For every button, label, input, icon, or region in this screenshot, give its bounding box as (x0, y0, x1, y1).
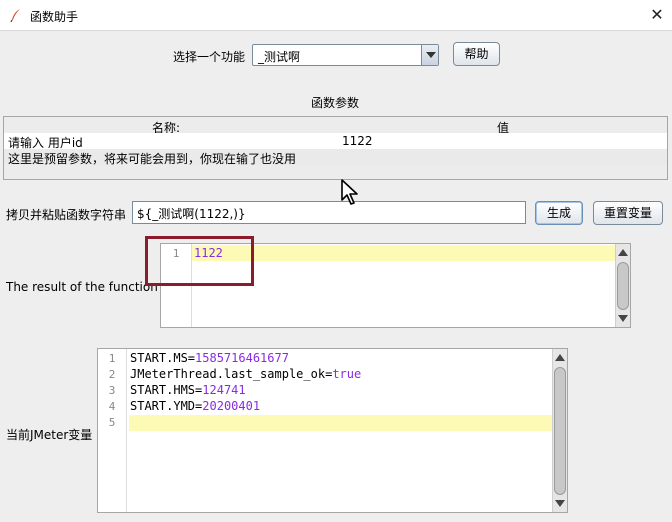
title-bar: 函数助手 ✕ (0, 0, 672, 31)
table-row[interactable]: 这里是预留参数，将来可能会用到，你现在输了也没用 (4, 149, 667, 166)
variable-key: START.HMS (130, 383, 196, 397)
scroll-down-icon[interactable] (555, 500, 565, 507)
variable-value: 124741 (202, 383, 246, 397)
function-string-input[interactable]: ${_测试啊(1122,)} (132, 201, 526, 224)
close-button[interactable]: ✕ (646, 5, 668, 25)
scroll-down-icon[interactable] (618, 315, 628, 322)
feather-app-icon (10, 9, 20, 22)
param-name: 这里是预留参数，将来可能会用到，你现在输了也没用 (8, 152, 297, 166)
scroll-thumb[interactable] (617, 262, 629, 310)
variable-value: true (332, 367, 362, 381)
line-number: 3 (108, 384, 116, 397)
scroll-thumb[interactable] (554, 367, 566, 495)
variable-line: START.YMD=20200401 (130, 399, 261, 413)
variables-scrollbar[interactable] (552, 349, 567, 512)
variable-key: START.YMD (130, 399, 196, 413)
variable-key: JMeterThread.last_sample_ok (130, 367, 326, 381)
function-select-value: _测试啊 (258, 50, 301, 64)
help-button[interactable]: 帮助 (453, 42, 500, 66)
function-select-label: 选择一个功能 (173, 50, 246, 64)
scroll-up-icon[interactable] (555, 354, 565, 361)
params-table: 名称: 值 请输入 用户id 1122 这里是预留参数，将来可能会用到，你现在输… (3, 116, 668, 180)
window-title: 函数助手 (30, 10, 79, 24)
function-select[interactable]: _测试啊 (252, 44, 439, 66)
line-number: 4 (108, 400, 116, 413)
scroll-up-icon[interactable] (618, 249, 628, 256)
jmeter-variables-editor[interactable]: 1 2 3 4 5 START.MS=1585716461677 JMeterT… (97, 348, 568, 513)
table-row[interactable]: 请输入 用户id 1122 (4, 133, 667, 150)
variable-value: 1585716461677 (195, 351, 289, 365)
mouse-cursor-icon (341, 179, 358, 205)
line-number: 2 (108, 368, 116, 381)
param-value[interactable]: 1122 (342, 134, 373, 148)
reset-variables-button[interactable]: 重置变量 (593, 201, 663, 225)
variable-key: START.MS (130, 351, 188, 365)
result-scrollbar[interactable] (615, 244, 630, 327)
generate-button[interactable]: 生成 (535, 201, 583, 225)
line-number: 5 (108, 416, 116, 429)
variable-line: JMeterThread.last_sample_ok=true (130, 367, 362, 381)
variable-value: 20200401 (202, 399, 261, 413)
jmeter-variables-label: 当前JMeter变量 (6, 428, 93, 442)
params-section-title: 函数参数 (311, 96, 360, 110)
variable-line: START.HMS=124741 (130, 383, 246, 397)
annotation-highlight-box (145, 236, 254, 286)
function-string-label: 拷贝并粘贴函数字符串 (6, 208, 127, 222)
line-number: 1 (108, 352, 116, 365)
current-line-highlight (129, 415, 553, 431)
current-line-highlight (192, 245, 616, 261)
variable-line: START.MS=1585716461677 (130, 351, 289, 365)
line-number-gutter: 1 2 3 4 5 (98, 349, 127, 512)
chevron-down-icon[interactable] (421, 45, 438, 65)
